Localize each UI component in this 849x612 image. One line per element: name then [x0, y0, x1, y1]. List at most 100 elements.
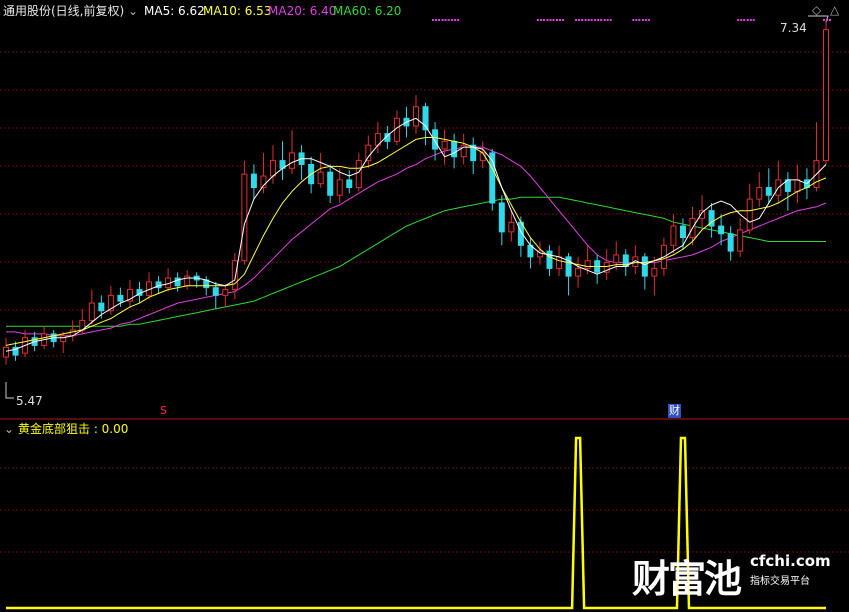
- indicator-label: 黄金底部狙击 : 0.00: [18, 422, 129, 436]
- candle-body: [327, 171, 334, 196]
- candle-body: [508, 221, 515, 233]
- candle-body: [441, 140, 448, 150]
- ma10-label: MA10: 6.53: [203, 4, 272, 18]
- signal-dot: [749, 19, 752, 21]
- signal-dot: [638, 19, 641, 21]
- signal-dot: [441, 19, 444, 21]
- candle-body: [317, 171, 324, 185]
- signal-dot: [435, 19, 438, 21]
- signal-dot: [743, 19, 746, 21]
- signal-dot: [740, 19, 743, 21]
- candle-body: [613, 254, 620, 264]
- candle-body: [451, 140, 458, 158]
- candle-body: [546, 250, 553, 269]
- candle-body: [413, 106, 419, 127]
- candlestick-chart[interactable]: [0, 0, 849, 612]
- candle-body: [794, 179, 801, 192]
- diamond-icon[interactable]: ◇: [812, 3, 821, 17]
- triangle-icon[interactable]: △: [830, 3, 839, 17]
- logo-cn-text: 财富池: [632, 557, 742, 601]
- signal-dot: [600, 19, 603, 21]
- signal-dot: [444, 19, 447, 21]
- ma5-label: MA5: 6.62: [144, 4, 205, 18]
- candle-body: [289, 152, 296, 169]
- signal-dot: [603, 19, 606, 21]
- candle-body: [584, 260, 591, 269]
- ma60-label: MA60: 6.20: [333, 4, 402, 18]
- signal-dot: [635, 19, 638, 21]
- logo: 财富池 cfchi.com 指标交易平台: [632, 548, 831, 603]
- signal-dot: [438, 19, 441, 21]
- candle-body: [679, 225, 686, 239]
- candle-body: [670, 225, 677, 246]
- signal-dot: [829, 19, 831, 21]
- candle-body: [241, 173, 248, 262]
- candle-body: [556, 256, 563, 269]
- signal-dot: [536, 19, 539, 21]
- signal-dot: [578, 19, 581, 21]
- indicator-chevron-icon[interactable]: ⌄: [4, 422, 14, 436]
- signal-dot: [587, 19, 590, 21]
- signal-dot: [590, 19, 593, 21]
- s-signal-label: S: [160, 404, 167, 417]
- signal-dot: [562, 19, 565, 21]
- candle-body: [746, 198, 753, 231]
- signal-dot: [647, 19, 650, 21]
- signal-dot: [552, 19, 555, 21]
- candle-body: [365, 144, 372, 162]
- candle-body: [727, 233, 734, 252]
- signal-dot: [644, 19, 647, 21]
- ma20-label: MA20: 6.40: [268, 4, 337, 18]
- signal-dot: [594, 19, 597, 21]
- candle-body: [336, 179, 343, 196]
- candle-body: [718, 225, 725, 235]
- signal-dot: [556, 19, 559, 21]
- candle-body: [60, 335, 67, 343]
- candle-body: [575, 267, 582, 277]
- candle-body: [479, 152, 486, 162]
- signal-dot: [575, 19, 578, 21]
- candle-body: [3, 346, 9, 358]
- signal-dot: [597, 19, 600, 21]
- candle-body: [651, 267, 658, 277]
- signal-dot: [559, 19, 562, 21]
- signal-dot: [606, 19, 609, 21]
- stock-title: 通用股份(日线,前复权): [3, 4, 125, 18]
- chevron-down-icon[interactable]: ⌄: [128, 4, 138, 18]
- logo-en-text: cfchi.com: [750, 552, 831, 570]
- candle-body: [222, 289, 229, 296]
- candle-body: [250, 173, 257, 189]
- min-arrow: [5, 382, 14, 399]
- candle-body: [823, 29, 829, 162]
- candle-body: [498, 202, 505, 233]
- signal-dot: [539, 19, 542, 21]
- candle-body: [212, 287, 219, 296]
- signal-dot: [737, 19, 740, 21]
- signal-dot: [641, 19, 644, 21]
- signal-dot: [457, 19, 460, 21]
- signal-dot: [823, 19, 825, 21]
- signal-dot: [752, 19, 755, 21]
- ma5-line: [5, 117, 827, 352]
- candle-body: [765, 187, 772, 196]
- logo-sub-text: 指标交易平台: [750, 576, 810, 587]
- signal-dot: [454, 19, 457, 21]
- candle-body: [346, 179, 353, 189]
- signal-dot: [746, 19, 749, 21]
- signal-dot: [546, 19, 549, 21]
- signal-dot: [542, 19, 545, 21]
- candle-body: [98, 302, 105, 312]
- candle-body: [641, 256, 648, 277]
- signal-dot: [584, 19, 587, 21]
- candle-body: [117, 294, 124, 302]
- ma10-line: [5, 137, 827, 346]
- signal-dot: [451, 19, 454, 21]
- signal-dot: [632, 19, 635, 21]
- signal-dot: [609, 19, 612, 21]
- max-price-label: 7.34: [780, 21, 807, 35]
- candle-body: [355, 160, 362, 189]
- candle-body: [737, 229, 744, 252]
- signal-dot: [432, 19, 435, 21]
- signal-dot: [581, 19, 584, 21]
- signal-dot: [447, 19, 450, 21]
